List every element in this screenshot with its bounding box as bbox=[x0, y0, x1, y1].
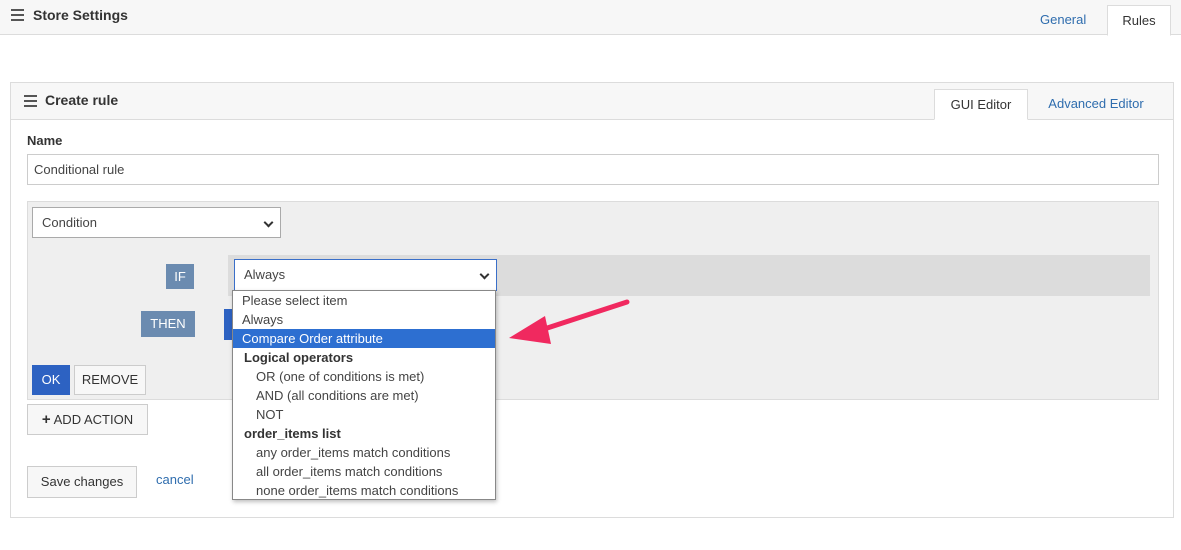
tab-rules[interactable]: Rules bbox=[1107, 5, 1171, 36]
annotation-arrow-icon bbox=[509, 299, 630, 344]
condition-dropdown-list[interactable]: Please select item Always Compare Order … bbox=[232, 290, 496, 500]
arrow-head bbox=[509, 316, 551, 344]
dropdown-option[interactable]: all order_items match conditions bbox=[233, 462, 495, 481]
tab-gui-editor[interactable]: GUI Editor bbox=[934, 89, 1028, 120]
remove-button[interactable]: REMOVE bbox=[74, 365, 146, 395]
dropdown-option[interactable]: Please select item bbox=[233, 291, 495, 310]
menu-icon bbox=[24, 95, 37, 107]
panel-header: Create rule GUI Editor Advanced Editor bbox=[11, 83, 1173, 120]
cancel-link[interactable]: cancel bbox=[156, 472, 194, 487]
dropdown-option[interactable]: none order_items match conditions bbox=[233, 481, 495, 500]
condition-select[interactable]: Always bbox=[234, 259, 497, 291]
add-action-button[interactable]: + ADD ACTION bbox=[27, 404, 148, 435]
dropdown-option[interactable]: OR (one of conditions is met) bbox=[233, 367, 495, 386]
dropdown-option[interactable]: Always bbox=[233, 310, 495, 329]
panel-title: Create rule bbox=[45, 92, 119, 108]
then-badge: THEN bbox=[141, 311, 195, 337]
dropdown-option-highlighted[interactable]: Compare Order attribute bbox=[233, 329, 495, 348]
rule-type-select[interactable]: Condition bbox=[32, 207, 281, 238]
page-title: Store Settings bbox=[33, 7, 128, 23]
dropdown-group-label: order_items list bbox=[244, 426, 341, 441]
condition-select-value: Always bbox=[244, 267, 286, 282]
if-badge: IF bbox=[166, 264, 194, 289]
dropdown-option[interactable]: any order_items match conditions bbox=[233, 443, 495, 462]
add-action-label: ADD ACTION bbox=[53, 412, 134, 427]
arrow-shaft bbox=[532, 299, 630, 335]
plus-icon: + bbox=[41, 411, 51, 428]
dropdown-option[interactable]: AND (all conditions are met) bbox=[233, 386, 495, 405]
dropdown-option[interactable]: NOT bbox=[233, 405, 495, 424]
ok-button[interactable]: OK bbox=[32, 365, 70, 395]
rule-type-select-value: Condition bbox=[42, 215, 97, 230]
chevron-down-icon bbox=[263, 217, 274, 228]
save-button[interactable]: Save changes bbox=[27, 466, 137, 498]
tab-general[interactable]: General bbox=[1026, 5, 1100, 36]
chevron-down-icon bbox=[479, 269, 490, 280]
tab-advanced-editor[interactable]: Advanced Editor bbox=[1033, 89, 1159, 120]
menu-icon[interactable] bbox=[11, 9, 24, 21]
dropdown-group-label: Logical operators bbox=[244, 350, 354, 365]
top-header: Store Settings General Rules bbox=[0, 0, 1181, 36]
name-input[interactable] bbox=[27, 154, 1159, 185]
name-label: Name bbox=[27, 133, 63, 148]
